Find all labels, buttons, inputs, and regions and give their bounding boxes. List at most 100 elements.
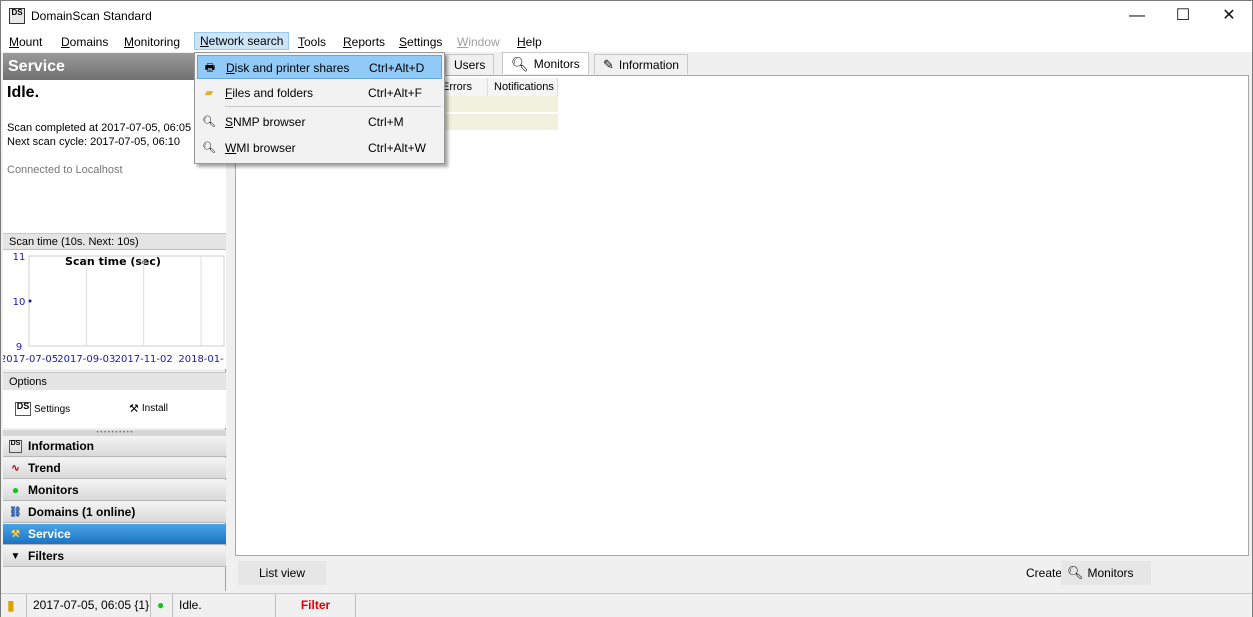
maximize-button[interactable]: ☐ [1160,1,1206,31]
nav-information[interactable]: DS Information [3,436,226,457]
chart-x-tick-label: 2017-11-02 [115,354,173,365]
info-icon: DS [9,440,22,453]
table-row[interactable] [436,96,558,112]
menu-item-label: Files and folders [225,86,314,100]
menu-item-shortcut: Ctrl+Alt+F [368,86,423,100]
chart-y-tick-label: 10 [13,297,26,308]
status-bar: ▮ 2017-07-05, 06:05 {1} ● Idle. Filter [1,593,1252,617]
scan-time-chart-svg: Scan time (sec) 11 10 9 2017-07-05 2017-09-… [0,252,225,365]
minimize-button[interactable]: — [1114,1,1160,31]
options-header: Options [3,372,226,390]
menu-item-files-folders[interactable]: ▰ Files and folders Ctrl+Alt+F [197,81,442,105]
menu-item-shortcut: Ctrl+M [368,115,404,129]
create-monitors-button[interactable]: 🔍︎ Monitors [1061,561,1151,585]
tab-users[interactable]: Users [445,54,495,74]
left-panel: Service Idle. Scan completed at 2017-07-… [0,53,226,591]
status-text: Idle. [173,594,276,617]
domains-icon: ⛓ [9,507,22,518]
list-view-button[interactable]: List view [238,561,326,585]
menu-item-shortcut: Ctrl+Alt+W [368,141,427,155]
menu-mount[interactable]: Mount [4,33,47,51]
settings-option[interactable]: DS Settings [15,402,70,416]
scan-time-header: Scan time (10s. Next: 10s) [3,233,226,249]
menu-tools[interactable]: Tools [293,33,331,51]
menu-label: Help [517,35,542,49]
menu-bar: Mount Domains Monitoring Network search … [1,31,1252,52]
nav-service[interactable]: ⚒ Service [3,524,226,545]
status-timestamp: 2017-07-05, 06:05 {1} [27,594,151,617]
menu-window[interactable]: Window [452,33,505,51]
filter-indicator[interactable]: Filter [276,594,356,617]
menu-label: Settings [399,35,443,49]
nav-monitors[interactable]: ● Monitors [3,480,226,501]
chart-x-tick-label: 2018-01- [178,354,224,365]
nav-label: Information [28,439,94,453]
chart-x-tick-label: 2017-09-03 [57,354,115,365]
nav-label: Trend [28,461,61,475]
install-option[interactable]: ⚒ Install [129,402,168,415]
nav-label: Filters [28,549,65,563]
title-bar: DS DomainScan Standard — ☐ ✕ [1,1,1252,31]
menu-item-snmp-browser[interactable]: 🔍︎ SNMP browser Ctrl+M [197,110,442,134]
wrench-icon: ✎ [603,56,614,72]
app-logo-icon: DS [9,8,25,24]
menu-item-shortcut: Ctrl+Alt+D [369,61,425,75]
nav-filters[interactable]: ▼ Filters [3,546,226,567]
menu-reports[interactable]: Reports [338,33,390,51]
online-dot-icon: ● [151,594,173,617]
nav-trend[interactable]: ∿ Trend [3,458,226,479]
chart-plot-frame [28,255,225,347]
printer-icon: 🖶 [204,62,216,74]
tab-label: Monitors [533,56,580,71]
nav-label: Service [28,527,71,541]
install-icon: ⚒ [129,403,139,415]
menu-item-label: Disk and printer shares [226,61,350,75]
next-scan-text: Next scan cycle: 2017-07-05, 06:10 [7,136,181,148]
service-status: Idle. [7,84,40,101]
tab-label: Users [454,57,486,72]
connection-text: Connected to Localhost [7,164,123,176]
menu-label: Monitoring [124,35,181,49]
menu-item-wmi-browser[interactable]: 🔍︎ WMI browser Ctrl+Alt+W [197,136,442,160]
options-body: DS Settings ⚒ Install [3,390,226,428]
tab-label: Information [618,57,679,72]
ds-settings-icon: DS [15,402,31,416]
service-panel-header: Service [3,53,226,80]
menu-label: Window [457,35,500,49]
window-title: DomainScan Standard [31,9,152,23]
menu-label: Mount [9,35,43,49]
close-button[interactable]: ✕ [1206,1,1252,31]
app-window: DS DomainScan Standard — ☐ ✕ Mount Domai… [0,0,1253,617]
tab-information[interactable]: ✎ Information [594,54,688,74]
scan-completed-text: Scan completed at 2017-07-05, 06:05 [7,122,192,134]
menu-label: Domains [61,35,109,49]
menu-label: Tools [298,35,327,49]
menu-settings[interactable]: Settings [394,33,447,51]
tab-monitors[interactable]: 🔍︎ Monitors [502,52,589,74]
menu-domains[interactable]: Domains [56,33,113,51]
chart-x-tick-label: 2017-07-05 [3,354,58,365]
chart-y-tick-label: 9 [16,342,22,353]
menu-item-label: WMI browser [225,141,296,155]
scan-time-chart: Scan time (sec) 11 10 9 2017-07-05 2017-09-… [0,249,226,369]
network-search-dropdown: 🖶 Disk and printer shares Ctrl+Alt+D ▰ F… [194,52,445,164]
menu-label: Reports [343,35,386,49]
chart-data-point [28,299,32,303]
menu-monitoring[interactable]: Monitoring [119,33,185,51]
log-book-icon: ▮ [1,594,27,617]
settings-option-label: Settings [34,403,71,415]
menu-item-disk-printer-shares[interactable]: 🖶 Disk and printer shares Ctrl+Alt+D [197,55,442,79]
menu-help[interactable]: Help [512,33,547,51]
menu-network-search[interactable]: Network search [194,32,290,50]
green-dot-icon: ● [11,483,20,497]
magnifier-icon: 🔍︎ [202,142,216,154]
nav-label: Domains (1 online) [28,505,136,519]
create-label: Create: [1026,566,1066,580]
nav-domains[interactable]: ⛓ Domains (1 online) [3,502,226,523]
magnifier-icon: 🔍︎ [511,55,529,72]
table-row[interactable] [436,114,558,130]
folder-icon: ▰ [204,87,214,99]
install-option-label: Install [141,403,168,414]
column-header-notifications[interactable]: Notifications [488,78,558,96]
chart-title: Scan time (sec) [65,255,161,268]
